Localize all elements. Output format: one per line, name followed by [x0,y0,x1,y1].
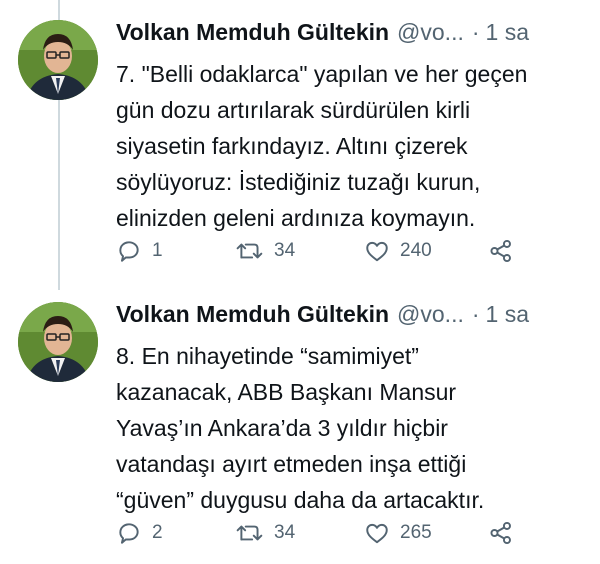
tweet-text-line: gün dozu artırılarak sürdürülen kirli [116,97,471,123]
avatar[interactable] [18,302,98,382]
tweet-actions: 2 34 265 [116,516,536,550]
tweet-timestamp[interactable]: 1 sa [486,19,529,46]
separator-dot: · [471,300,480,327]
reply-count: 1 [152,240,163,261]
avatar-photo [18,302,98,382]
tweet-text-line: kazanacak, ABB Başkanı Mansur [116,379,457,405]
avatar[interactable] [18,20,98,100]
author-name[interactable]: Volkan Memduh Gültekin [116,301,389,328]
tweet-text-line: 7. "Belli odaklarca" yapılan ve her geçe… [116,61,528,87]
like-button[interactable]: 240 [364,234,432,268]
tweet-header: Volkan Memduh Gültekin @vo... · 1 sa [116,294,576,334]
tweet-text-line: vatandaşı ayırt etmeden inşa ettiği [116,451,467,477]
tweet-text: 8. En nihayetinde “samimiyet” kazanacak,… [116,338,586,518]
tweet-timestamp[interactable]: 1 sa [486,301,529,328]
tweet[interactable]: Volkan Memduh Gültekin @vo... · 1 sa 8. … [0,282,600,564]
retweet-button[interactable]: 34 [236,516,295,550]
tweet-header: Volkan Memduh Gültekin @vo... · 1 sa [116,12,576,52]
reply-button[interactable]: 1 [116,234,163,268]
retweet-button[interactable]: 34 [236,234,295,268]
like-count: 265 [400,522,432,543]
avatar-photo [18,20,98,100]
retweet-count: 34 [274,522,296,543]
reply-icon [116,520,142,546]
heart-icon [364,238,390,264]
retweet-count: 34 [274,240,296,261]
like-button[interactable]: 265 [364,516,432,550]
tweet-actions: 1 34 240 [116,234,536,268]
tweet-text-line: 8. En nihayetinde “samimiyet” [116,343,419,369]
tweet-text-line: elinizden geleni ardınıza koymayın. [116,205,476,231]
tweet-text: 7. "Belli odaklarca" yapılan ve her geçe… [116,56,586,236]
tweet-text-line: “güven” duygusu daha da artacaktır. [116,487,485,513]
separator-dot: · [471,18,480,45]
like-count: 240 [400,240,432,261]
share-icon [488,238,514,264]
tweet-text-line: Yavaş’ın Ankara’da 3 yıldır hiçbir [116,415,448,441]
reply-count: 2 [152,522,163,543]
author-handle[interactable]: @vo... [397,301,464,328]
tweet-thread: Volkan Memduh Gültekin @vo... · 1 sa 7. … [0,0,600,564]
retweet-icon [236,238,264,264]
reply-icon [116,238,142,264]
tweet-text-line: siyasetin farkındayız. Altını çizerek [116,133,468,159]
share-button[interactable] [488,516,514,550]
retweet-icon [236,520,264,546]
tweet[interactable]: Volkan Memduh Gültekin @vo... · 1 sa 7. … [0,0,600,282]
share-icon [488,520,514,546]
reply-button[interactable]: 2 [116,516,163,550]
tweet-text-line: söylüyoruz: İstediğiniz tuzağı kurun, [116,169,481,195]
author-name[interactable]: Volkan Memduh Gültekin [116,19,389,46]
share-button[interactable] [488,234,514,268]
heart-icon [364,520,390,546]
author-handle[interactable]: @vo... [397,19,464,46]
